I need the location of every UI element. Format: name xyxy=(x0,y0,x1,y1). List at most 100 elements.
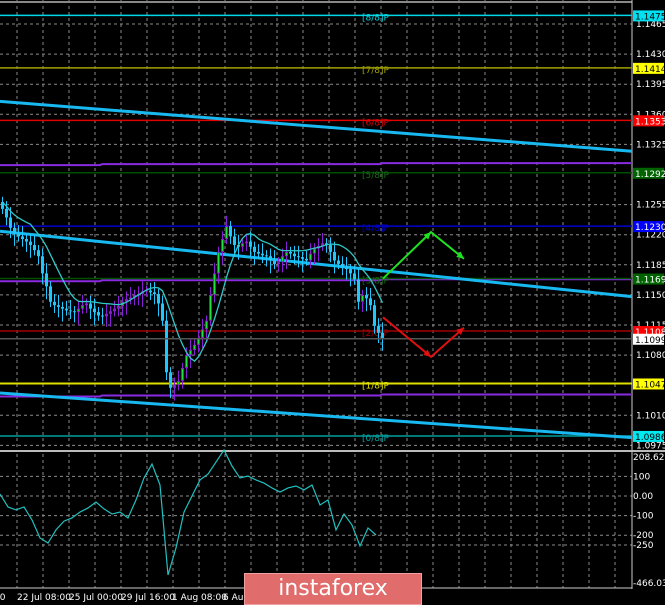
price-chart[interactable]: 1.14651.14301.13951.13601.13251.12551.12… xyxy=(0,0,665,605)
purple-level-line xyxy=(0,278,632,283)
candle-body xyxy=(229,226,232,237)
time-tick-label: 22 Jul 08:00 xyxy=(17,593,71,603)
candle-body xyxy=(329,245,332,252)
candle-body xyxy=(233,236,236,246)
candle-body-inner xyxy=(286,252,287,256)
price-tick-label: 1.1430 xyxy=(636,50,665,60)
candle-body xyxy=(97,312,100,316)
murray-level-tag: [5/8]P xyxy=(362,171,390,181)
candle-body xyxy=(333,251,336,261)
murray-level-tag: [4/8]P xyxy=(362,224,390,234)
candle-body-inner xyxy=(210,295,211,320)
candle-body xyxy=(269,256,272,261)
candle-body xyxy=(277,262,280,264)
candle-body xyxy=(89,303,92,309)
candle-body xyxy=(157,294,160,304)
candle-body xyxy=(13,227,16,233)
candle-body xyxy=(249,241,252,247)
candle-body xyxy=(289,251,292,254)
candle-body xyxy=(73,311,76,313)
price-label: 1.1414 xyxy=(635,65,665,75)
candle-body xyxy=(381,332,384,338)
candle-body xyxy=(305,258,308,261)
candle-body-inner xyxy=(182,369,183,380)
price-label: 1.1475 xyxy=(635,12,665,22)
candle-body xyxy=(53,301,56,306)
candle-body xyxy=(61,306,64,309)
candle-body xyxy=(37,250,40,257)
candle-body xyxy=(25,239,28,242)
candle-body-inner xyxy=(178,381,179,385)
candle-body xyxy=(349,269,352,274)
candle-body xyxy=(293,253,296,257)
candle-body xyxy=(297,256,300,258)
candle-body-inner xyxy=(82,306,83,308)
candle-body xyxy=(105,313,108,317)
candle-body xyxy=(9,217,12,228)
candle-body xyxy=(117,306,120,309)
candle-body xyxy=(161,303,164,321)
candle-body xyxy=(21,236,24,239)
price-label: 1.0986 xyxy=(635,433,665,443)
cci-tick-label: 100 xyxy=(633,472,650,482)
candle-body xyxy=(69,310,72,312)
chart-window: 1.1465 1.1430 1.1395 1.1360 1.1325 1.1255 1.12… xyxy=(0,0,665,605)
candle-body xyxy=(85,303,88,306)
cci-tick-label: -466.038 xyxy=(633,579,665,589)
price-label: 1.1353 xyxy=(635,117,665,127)
cci-tick-label: 0.00 xyxy=(633,492,653,502)
candle-body xyxy=(257,251,260,254)
cci-tick-label: -200 xyxy=(633,531,654,541)
candle-body xyxy=(149,290,152,293)
candle-body xyxy=(377,325,380,333)
candle-body xyxy=(341,263,344,268)
candle-body xyxy=(45,273,48,287)
forecast-down-arrow xyxy=(382,316,465,359)
price-tick-label: 1.1395 xyxy=(636,80,665,90)
candle-body xyxy=(301,257,304,259)
candle-body xyxy=(65,308,68,311)
murray-level-tag: [2/8]P xyxy=(362,329,390,339)
price-label: 1.1047 xyxy=(635,380,665,390)
candle-body-inner xyxy=(190,350,191,355)
price-tick-label: 1.1010 xyxy=(636,411,665,421)
candle-body-inner xyxy=(314,249,315,253)
murray-level-tag: [7/8]P xyxy=(362,66,390,76)
candle-body xyxy=(353,273,356,280)
candle-body xyxy=(261,253,264,256)
candle-body xyxy=(373,305,376,326)
candle-body-inner xyxy=(222,240,223,251)
candle-body-inner xyxy=(78,309,79,312)
murray-level-tag: [6/8]P xyxy=(362,118,390,128)
candle-body xyxy=(265,255,268,257)
candle-body xyxy=(109,311,112,314)
cci-line xyxy=(0,448,377,576)
candle-body-inner xyxy=(206,321,207,329)
candle-body xyxy=(357,279,360,302)
current-price-label: 1.1099 xyxy=(635,336,665,346)
candle-body xyxy=(245,241,248,244)
candle-body-inner xyxy=(218,252,219,273)
candle-body xyxy=(113,308,116,312)
candle-body-inner xyxy=(186,356,187,367)
candle-body xyxy=(153,292,156,295)
murray-level-tag: [0/8]P xyxy=(362,434,390,444)
candle-body xyxy=(29,241,32,246)
time-tick-label: 1 Aug 08:00 xyxy=(172,593,227,603)
time-tick-label: 25 Jul 00:00 xyxy=(69,593,123,603)
candle-body xyxy=(369,298,372,306)
candle-body xyxy=(17,232,20,237)
cci-tick-label: -100 xyxy=(633,512,654,522)
time-tick-label: 29 Jul 16:00 xyxy=(121,593,175,603)
price-label: 1.1230 xyxy=(635,223,665,233)
candle-body-inner xyxy=(214,274,215,294)
candle-body xyxy=(93,308,96,313)
candle-body-inner xyxy=(194,345,195,349)
price-tick-label: 1.1185 xyxy=(636,261,665,271)
candle-body-inner xyxy=(202,330,203,337)
price-tick-label: 1.1325 xyxy=(636,140,665,150)
candle-body xyxy=(49,286,52,302)
candle-body xyxy=(365,294,368,299)
candle-body xyxy=(169,372,172,388)
candle-body-inner xyxy=(242,244,243,246)
